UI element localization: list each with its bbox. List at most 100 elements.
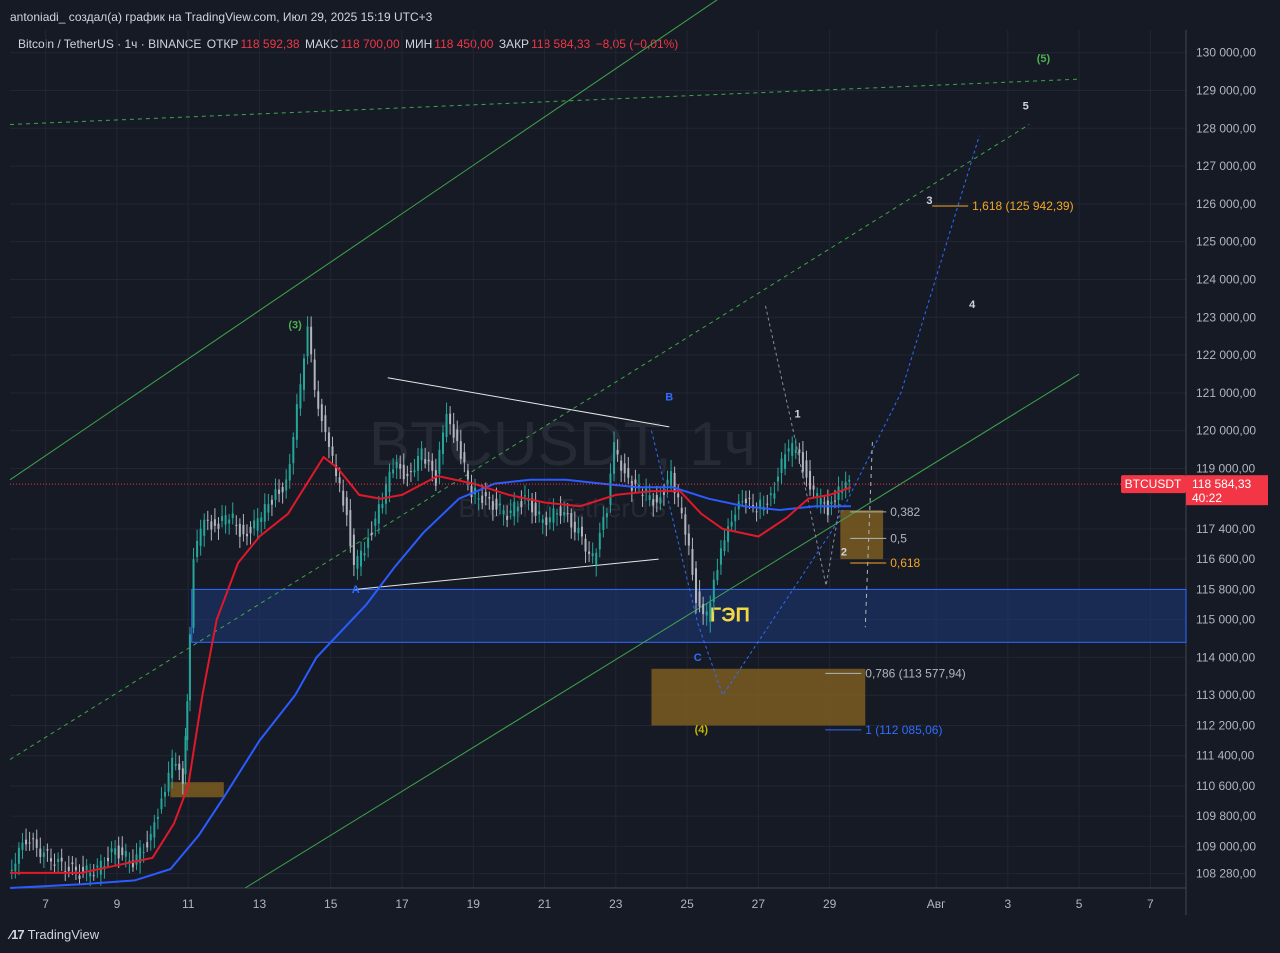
candle-body bbox=[595, 552, 598, 566]
candle-body bbox=[798, 449, 801, 453]
candle-body bbox=[809, 471, 812, 490]
time-axis-label-6: 19 bbox=[467, 897, 481, 911]
candle-body bbox=[17, 847, 20, 864]
candle-body bbox=[520, 501, 523, 508]
candle-body bbox=[716, 570, 719, 581]
candle-body bbox=[256, 518, 259, 531]
ema-fast-line bbox=[10, 455, 852, 874]
triangle-lower-line bbox=[355, 558, 659, 590]
time-axis-label-15: 7 bbox=[1147, 897, 1154, 911]
candle-body bbox=[634, 479, 637, 484]
candle-body bbox=[441, 432, 444, 454]
candle-body bbox=[49, 858, 52, 862]
candle-body bbox=[452, 424, 455, 438]
candle-body bbox=[502, 510, 505, 515]
price-axis-label-16: 114 000,00 bbox=[1196, 650, 1255, 664]
candle-body bbox=[652, 499, 655, 506]
candle-body bbox=[224, 515, 227, 525]
candle-body bbox=[691, 549, 694, 575]
candle-body bbox=[238, 523, 241, 537]
fib-level-label-1: 0,5 bbox=[890, 531, 907, 545]
footer-brand[interactable]: ⁄17 TradingView bbox=[10, 927, 99, 942]
time-axis-label-1: 9 bbox=[114, 897, 121, 911]
candle-body bbox=[470, 485, 473, 498]
candle-body bbox=[149, 833, 152, 841]
candle-body bbox=[377, 504, 380, 524]
price-axis-label-15: 115 000,00 bbox=[1196, 613, 1255, 627]
candle-body bbox=[210, 521, 213, 530]
fib-level-label-0: 0,382 bbox=[890, 505, 920, 519]
candle-body bbox=[186, 701, 189, 740]
candle-body bbox=[427, 459, 430, 462]
candle-body bbox=[221, 516, 224, 522]
candle-body bbox=[552, 508, 555, 523]
candle-body bbox=[388, 471, 391, 492]
time-axis-label-4: 15 bbox=[324, 897, 338, 911]
candle-body bbox=[374, 518, 377, 526]
candle-body bbox=[605, 513, 608, 518]
candle-body bbox=[317, 391, 320, 409]
candle-body bbox=[780, 458, 783, 473]
wave-label-10: 5 bbox=[1023, 100, 1029, 112]
price-axis-label-12: 117 400,00 bbox=[1196, 522, 1255, 536]
candle-body bbox=[327, 432, 330, 447]
candle-body bbox=[406, 473, 409, 477]
candle-body bbox=[181, 768, 184, 784]
candle-body bbox=[648, 495, 651, 500]
watermark-symbol: BTCUSDT, 1ч bbox=[369, 410, 756, 479]
candle-body bbox=[449, 413, 452, 425]
candle-body bbox=[445, 413, 448, 437]
candle-body bbox=[107, 857, 109, 862]
price-chart[interactable]: BTCUSDT, 1чBitcoin / TetherUSГЭП0,3820,5… bbox=[0, 0, 1280, 953]
candle-body bbox=[841, 491, 844, 493]
candle-body bbox=[516, 506, 519, 512]
candle-body bbox=[588, 551, 591, 554]
price-axis-label-23: 108 280,00 bbox=[1196, 867, 1256, 881]
candle-body bbox=[402, 464, 405, 480]
time-axis-label-2: 11 bbox=[182, 897, 195, 911]
small-zone bbox=[170, 782, 224, 798]
candle-body bbox=[584, 538, 587, 552]
candle-body bbox=[217, 523, 220, 529]
candle-body bbox=[477, 498, 480, 500]
price-axis-label-19: 111 400,00 bbox=[1196, 749, 1255, 763]
candle-body bbox=[506, 516, 509, 520]
candle-body bbox=[92, 875, 95, 877]
candle-body bbox=[848, 479, 851, 482]
candle-body bbox=[171, 757, 174, 779]
candle-body bbox=[509, 510, 512, 514]
candle-body bbox=[42, 852, 45, 857]
candle-body bbox=[655, 494, 658, 503]
candle-body bbox=[167, 772, 170, 792]
candle-body bbox=[545, 517, 548, 526]
price-axis-label-11: 119 000,00 bbox=[1196, 461, 1255, 475]
wave-label-3: A bbox=[352, 584, 360, 596]
candle-body bbox=[35, 839, 38, 848]
candle-body bbox=[199, 528, 202, 546]
price-axis-label-10: 120 000,00 bbox=[1196, 424, 1256, 438]
candle-body bbox=[10, 869, 13, 871]
time-axis-label-8: 23 bbox=[609, 897, 623, 911]
candle-body bbox=[21, 842, 24, 850]
candle-body bbox=[791, 443, 794, 456]
brand-name: TradingView bbox=[27, 927, 100, 942]
price-tag-symbol: BTCUSDT bbox=[1125, 477, 1182, 491]
candle-body bbox=[755, 511, 758, 513]
candle-body bbox=[57, 858, 60, 863]
time-axis-label-14: 5 bbox=[1076, 897, 1083, 911]
wave-label-1: (4) bbox=[695, 724, 709, 736]
candle-body bbox=[627, 468, 630, 478]
candle-body bbox=[310, 326, 313, 355]
candle-body bbox=[563, 512, 566, 516]
fib-level-label-2: 0,618 bbox=[890, 556, 920, 570]
candle-body bbox=[826, 500, 829, 516]
fib-level-label-3: 0,786 (113 577,94) bbox=[865, 666, 966, 680]
candle-body bbox=[730, 521, 733, 527]
price-axis-label-18: 112 200,00 bbox=[1196, 718, 1255, 732]
candle-body bbox=[727, 526, 730, 542]
price-axis-label-7: 123 000,00 bbox=[1196, 310, 1256, 324]
candle-body bbox=[53, 864, 56, 866]
candle-body bbox=[534, 502, 537, 516]
time-axis-label-11: 29 bbox=[823, 897, 837, 911]
candle-body bbox=[192, 559, 195, 628]
